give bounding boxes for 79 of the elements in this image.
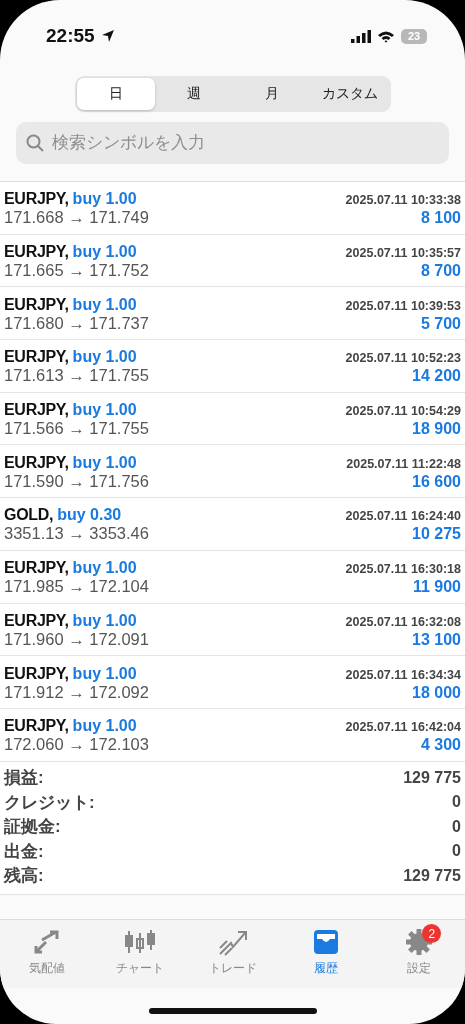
deal-title: EURJPY, buy 1.00 <box>4 295 137 314</box>
deal-title: EURJPY, buy 1.00 <box>4 559 137 578</box>
deal-row[interactable]: EURJPY, buy 1.00 2025.07.11 16:32:08 171.960 → 172.091 13 100 <box>0 603 465 657</box>
deal-profit: 14 200 <box>412 367 461 386</box>
deal-time: 2025.07.11 11:22:48 <box>346 456 461 471</box>
period-tab[interactable]: 週 <box>154 78 233 110</box>
summary-value: 0 <box>452 793 461 812</box>
deal-profit: 16 600 <box>412 472 461 491</box>
deal-profit: 10 275 <box>412 525 461 544</box>
deal-row[interactable]: EURJPY, buy 1.00 2025.07.11 16:30:18 171.985 → 172.104 11 900 <box>0 550 465 604</box>
deal-prices: 171.912 → 172.092 <box>4 682 149 702</box>
deal-profit: 11 900 <box>412 578 461 597</box>
deal-time: 2025.07.11 16:30:18 <box>345 562 461 577</box>
period-tab[interactable]: カスタム <box>310 78 389 110</box>
deal-prices: 171.680 → 171.737 <box>4 313 149 333</box>
deal-prices: 171.985 → 172.104 <box>4 577 149 597</box>
deal-prices: 172.060 → 172.103 <box>4 735 149 755</box>
deal-time: 2025.07.11 10:52:23 <box>345 351 461 366</box>
summary-value: 0 <box>452 842 461 861</box>
deal-time: 2025.07.11 16:34:34 <box>345 667 461 682</box>
deal-time: 2025.07.11 16:42:04 <box>345 720 461 735</box>
battery-icon: 23 <box>401 28 427 44</box>
deal-profit: 4 300 <box>420 736 461 755</box>
deal-title: EURJPY, buy 1.00 <box>4 348 137 367</box>
deal-title: EURJPY, buy 1.00 <box>4 401 137 420</box>
deal-time: 2025.07.11 16:24:40 <box>345 509 461 524</box>
deal-title: EURJPY, buy 1.00 <box>4 243 137 262</box>
deal-row[interactable]: EURJPY, buy 1.00 2025.07.11 16:34:34 171.912 → 172.092 18 000 <box>0 656 465 709</box>
summary-value: 129 775 <box>403 768 461 787</box>
deal-row[interactable]: GOLD, buy 0.30 2025.07.11 16:24:40 3351.13 → 3353.46 10 275 <box>0 498 465 551</box>
deal-prices: 171.665 → 171.752 <box>4 261 149 281</box>
deal-prices: 171.668 → 171.749 <box>4 208 149 228</box>
summary-label: 証拠金: <box>4 816 61 839</box>
deal-profit: 18 900 <box>412 420 461 439</box>
deal-title: EURJPY, buy 1.00 <box>4 664 137 683</box>
deal-row[interactable]: EURJPY, buy 1.00 2025.07.11 10:54:29 171.566 → 171.755 18 900 <box>0 392 465 446</box>
deal-title: EURJPY, buy 1.00 <box>4 717 137 736</box>
wifi-icon <box>377 29 395 43</box>
deal-prices: 3351.13 → 3353.46 <box>4 524 149 544</box>
period-tab[interactable]: 日 <box>76 78 155 110</box>
deal-time: 2025.07.11 10:33:38 <box>345 193 461 208</box>
tab-bar-item[interactable]: 設定 2 <box>372 920 465 988</box>
deal-time: 2025.07.11 10:54:29 <box>345 404 461 419</box>
deal-title: EURJPY, buy 1.00 <box>4 611 137 630</box>
notification-badge: 2 <box>422 924 442 943</box>
deal-row[interactable]: EURJPY, buy 1.00 2025.07.11 10:35:57 171.665 → 171.752 8 700 <box>0 234 465 288</box>
search-field[interactable]: 検索シンボルを入力 <box>16 122 449 164</box>
deal-row[interactable]: EURJPY, buy 1.00 2025.07.11 16:42:04 172.060 → 172.103 4 300 <box>0 708 465 762</box>
deal-profit: 5 700 <box>420 314 461 333</box>
deal-prices: 171.590 → 171.756 <box>4 471 149 491</box>
deal-time: 2025.07.11 10:39:53 <box>345 298 461 313</box>
deal-title: GOLD, buy 0.30 <box>4 506 122 525</box>
summary-value: 129 775 <box>403 866 461 885</box>
deal-profit: 8 700 <box>420 262 461 281</box>
deal-row[interactable]: EURJPY, buy 1.00 2025.07.11 10:52:23 171.613 → 171.755 14 200 <box>0 340 465 393</box>
deal-prices: 171.613 → 171.755 <box>4 366 149 386</box>
deal-prices: 171.960 → 172.091 <box>4 629 149 649</box>
deal-profit: 8 100 <box>420 209 461 228</box>
deal-profit: 13 100 <box>412 630 461 649</box>
summary-label: 損益: <box>4 767 44 790</box>
signal-icon <box>351 29 371 43</box>
deal-title: EURJPY, buy 1.00 <box>4 190 137 209</box>
deal-row[interactable]: EURJPY, buy 1.00 2025.07.11 11:22:48 171.590 → 171.756 16 600 <box>0 445 465 499</box>
deal-time: 2025.07.11 10:35:57 <box>345 246 461 261</box>
summary-value: 0 <box>452 817 461 836</box>
deal-row[interactable]: EURJPY, buy 1.00 2025.07.11 10:39:53 171.680 → 171.737 5 700 <box>0 287 465 341</box>
period-tab[interactable]: 月 <box>232 78 311 110</box>
summary-label: 出金: <box>4 840 44 863</box>
candlestick-icon <box>122 928 157 956</box>
summary-label: クレジット: <box>4 791 95 814</box>
summary-label: 残高: <box>4 865 44 888</box>
deal-row[interactable]: EURJPY, buy 1.00 2025.07.11 10:33:38 171.668 → 171.749 8 100 <box>0 182 465 235</box>
tab-bar-item[interactable]: 履歴 <box>279 920 372 988</box>
deal-prices: 171.566 → 171.755 <box>4 419 149 439</box>
location-arrow-icon <box>100 29 115 43</box>
deal-time: 2025.07.11 16:32:08 <box>345 614 461 629</box>
clock-time: 22:55 <box>46 25 95 47</box>
deal-profit: 18 000 <box>412 683 461 702</box>
deal-title: EURJPY, buy 1.00 <box>4 453 137 472</box>
